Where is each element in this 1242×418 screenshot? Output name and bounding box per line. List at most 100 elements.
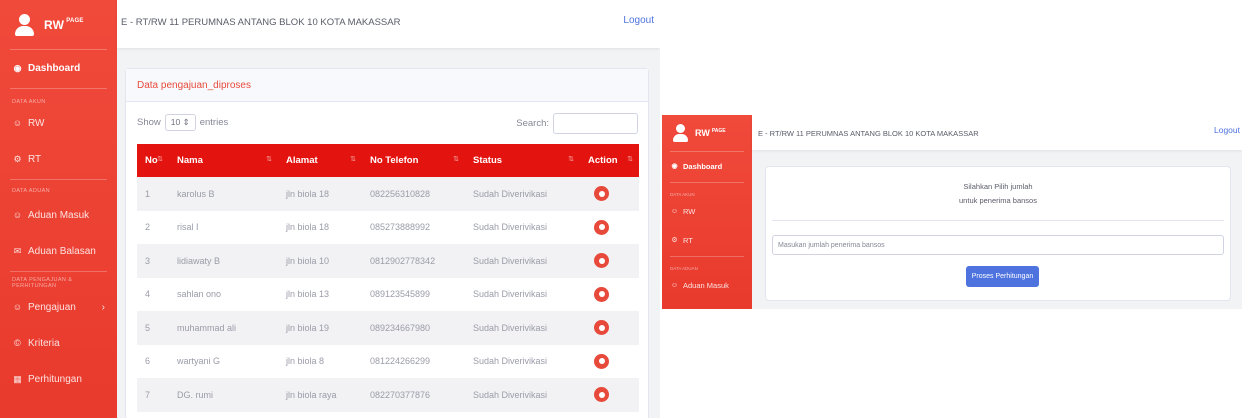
settings-icon: ⚙ (671, 237, 678, 244)
logout-link[interactable]: Logout (623, 15, 654, 26)
cell-telepon: 089123545899 (362, 277, 465, 311)
column-header-no[interactable]: No ⇅ (137, 144, 169, 177)
table-row: 7 DG. rumi jln biola raya 082270377876 S… (137, 378, 639, 412)
sidebar-item-rt[interactable]: ⚙ RT (0, 145, 117, 173)
sidebar-heading: DATA AKUN (670, 192, 695, 197)
sidebar-item-dashboard[interactable]: ◉ Dashboard (0, 54, 117, 82)
table-row: 2 risal I jln biola 18 085273888992 Suda… (137, 210, 639, 244)
column-header-telepon[interactable]: No Telefon ⇅ (362, 144, 465, 177)
sidebar-divider (670, 256, 744, 257)
sidebar-item-aduan-masuk[interactable]: ☺ Aduan Masuk (662, 274, 752, 296)
action-button-icon[interactable] (594, 387, 609, 403)
cell-status: Sudah Diverivikasi (465, 210, 580, 244)
user-icon: ☺ (12, 302, 23, 312)
proses-perhitungan-button[interactable]: Proses Perhitungan (966, 266, 1039, 287)
cell-nama: risal I (169, 210, 278, 244)
action-button-icon[interactable] (594, 186, 609, 202)
cell-action (580, 277, 639, 311)
search-label: Search: (516, 118, 549, 129)
cell-nama: DG. rumi (169, 378, 278, 412)
cell-action (580, 244, 639, 278)
sort-icon: ⇅ (350, 156, 356, 163)
sidebar-divider (670, 151, 744, 152)
brand[interactable]: RW PAGE (662, 115, 752, 151)
cell-alamat: jln biola 19 (278, 311, 362, 345)
search-input[interactable] (553, 113, 638, 134)
cell-nama: sahlan ono (169, 277, 278, 311)
sidebar-item-perhitungan[interactable]: ▦ Perhitungan (0, 365, 117, 393)
page-title: E - RT/RW 11 PERUMNAS ANTANG BLOK 10 KOT… (758, 129, 979, 138)
cell-no: 1 (137, 177, 169, 211)
sort-icon: ⇅ (266, 156, 272, 163)
cell-action (580, 378, 639, 412)
cell-alamat: jln biola 10 (278, 244, 362, 278)
sidebar-heading: DATA ADUAN (670, 266, 698, 271)
instruction-line-2: untuk penerima bansos (959, 196, 1037, 205)
sort-icon: ⇅ (568, 156, 574, 163)
column-header-alamat[interactable]: Alamat ⇅ (278, 144, 362, 177)
action-button-icon[interactable] (594, 219, 609, 235)
copyright-icon: © (14, 338, 21, 348)
column-header-status[interactable]: Status ⇅ (465, 144, 580, 177)
user-logo-icon (14, 13, 36, 36)
card-title: Data pengajuan_diproses (126, 69, 648, 102)
action-button-icon[interactable] (594, 286, 609, 302)
sidebar-heading: DATA PENGAJUAN & PERHITUNGAN (12, 277, 73, 289)
sidebar-item-rw[interactable]: ☺ RW (662, 200, 752, 222)
entries-select[interactable]: 10 ⇕ (164, 114, 196, 131)
sidebar-divider (670, 182, 744, 183)
secondary-screenshot-panel: RW PAGE ◉ Dashboard DATA AKUN ☺ RW ⚙ RT DATA… (662, 115, 1242, 309)
cell-alamat: jln biola 18 (278, 210, 362, 244)
logout-link[interactable]: Logout (1214, 125, 1240, 135)
sort-icon: ⇅ (453, 156, 459, 163)
cell-status: Sudah Diverivikasi (465, 177, 580, 211)
cell-telepon: 081224266299 (362, 344, 465, 378)
brand[interactable]: RW PAGE (0, 0, 117, 49)
topbar: E - RT/RW 11 PERUMNAS ANTANG BLOK 10 KOT… (117, 0, 660, 48)
cell-telepon: 082270377876 (362, 378, 465, 412)
sidebar: RW PAGE ◉ Dashboard DATA AKUN ☺ RW ⚙ RT DATA… (0, 0, 117, 418)
action-button-icon[interactable] (594, 353, 609, 369)
table-row: 1 karolus B jln biola 18 082256310828 Su… (137, 177, 639, 211)
sidebar-item-rt[interactable]: ⚙ RT (662, 229, 752, 251)
sidebar-item-aduan-masuk[interactable]: ☺ Aduan Masuk (0, 201, 117, 229)
brand-name: RW PAGE (44, 17, 84, 32)
cell-no: 6 (137, 344, 169, 378)
action-button-icon[interactable] (594, 253, 609, 269)
chevron-right-icon: › (101, 301, 105, 313)
cell-no: 2 (137, 210, 169, 244)
page-title: E - RT/RW 11 PERUMNAS ANTANG BLOK 10 KOT… (121, 17, 401, 28)
cell-telepon: 089234667980 (362, 311, 465, 345)
action-button-icon[interactable] (594, 320, 609, 336)
cell-telepon: 0812902778342 (362, 244, 465, 278)
cell-no: 3 (137, 244, 169, 278)
topbar: E - RT/RW 11 PERUMNAS ANTANG BLOK 10 KOT… (752, 115, 1242, 150)
cell-alamat: jln biola raya (278, 378, 362, 412)
column-header-nama[interactable]: Nama ⇅ (169, 144, 278, 177)
sidebar-item-rw[interactable]: ☺ RW (0, 109, 117, 137)
sidebar-item-aduan-balasan[interactable]: ✉ Aduan Balasan (0, 237, 117, 265)
cell-status: Sudah Diverivikasi (465, 277, 580, 311)
sidebar-item-kriteria[interactable]: © Kriteria (0, 329, 117, 357)
cell-status: Sudah Diverivikasi (465, 244, 580, 278)
cell-telepon: 085273888992 (362, 210, 465, 244)
sidebar-item-dashboard[interactable]: ◉ Dashboard (662, 155, 752, 177)
cell-status: Sudah Diverivikasi (465, 344, 580, 378)
data-table: No ⇅ Nama ⇅ Alamat ⇅ No Telefon ⇅ Status ⇅ Ac… (137, 144, 639, 412)
user-icon: ☺ (12, 118, 23, 128)
entries-label: entries (199, 117, 229, 128)
cell-action (580, 344, 639, 378)
user-icon: ☺ (12, 210, 23, 220)
cell-status: Sudah Diverivikasi (465, 311, 580, 345)
user-logo-icon (672, 124, 689, 142)
recipient-count-input[interactable]: Masukan jumlah penerima bansos (772, 235, 1224, 255)
search-control: Search: (516, 113, 638, 134)
column-header-action[interactable]: Action ⇅ (580, 144, 639, 177)
cell-alamat: jln biola 13 (278, 277, 362, 311)
sidebar-divider (10, 179, 107, 180)
sidebar-item-pengajuan[interactable]: ☺ Pengajuan › (0, 293, 117, 321)
table-row: 4 sahlan ono jln biola 13 089123545899 S… (137, 277, 639, 311)
cell-no: 4 (137, 277, 169, 311)
sidebar-heading: DATA AKUN (12, 99, 46, 105)
cell-nama: muhammad ali (169, 311, 278, 345)
